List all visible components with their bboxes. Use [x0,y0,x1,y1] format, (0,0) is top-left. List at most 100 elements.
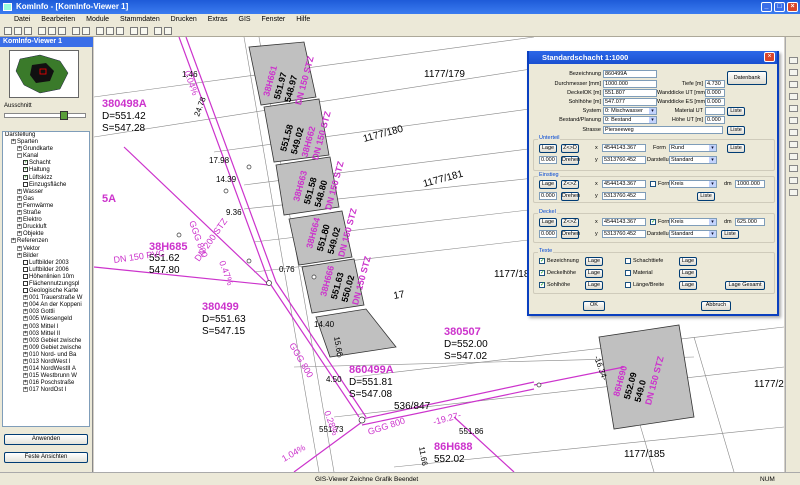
texte-sohlhoehe-checkbox[interactable]: ✓ [539,282,545,288]
expand-icon[interactable]: + [17,210,22,216]
tree-item[interactable]: Luftbilder 2003 [3,259,89,267]
tree-item[interactable]: + Wasser [3,188,89,196]
tool-line-icon[interactable] [789,69,798,76]
ok-button[interactable]: OK [583,301,605,311]
menu-stammdaten[interactable]: Stammdaten [120,16,160,23]
tree-item[interactable]: + Vektor [3,245,89,253]
save-icon[interactable] [24,27,32,35]
expand-icon[interactable]: + [23,387,28,393]
expand-icon[interactable]: + [17,146,22,152]
deckel-x-field[interactable]: 4544143.367 [602,218,646,226]
field-wanddicke-ut[interactable]: 0.000 [705,89,725,97]
tree-item[interactable]: + Grundkarte [3,146,89,153]
tree-item[interactable]: ✓Haltung [3,167,89,174]
tool-rotate-icon[interactable] [789,165,798,172]
expand-icon[interactable]: + [11,238,16,244]
zoom-in-icon[interactable] [96,27,104,35]
tree-item[interactable]: + Bilder [3,252,89,260]
apply-button[interactable]: Anwenden [4,434,88,445]
texte-deckelhoehe-checkbox[interactable]: ✓ [539,270,545,276]
expand-icon[interactable]: + [23,351,28,357]
tree-item[interactable]: ✓Schacht [3,160,89,167]
layer-icon[interactable] [154,27,162,35]
tree-item[interactable]: + Druckluft [3,224,89,231]
expand-icon[interactable]: − [17,153,22,159]
tree-item[interactable]: + Straße [3,210,89,217]
tree-item[interactable]: +017 NordOst I [3,387,89,394]
tree-item[interactable]: +003 Gottli [3,309,89,316]
texte-material-checkbox[interactable] [625,270,631,276]
einstieg-lage-button[interactable]: Lage [539,180,557,189]
field-sohlhoehe[interactable]: 547.077 [603,98,657,106]
help-icon[interactable] [164,27,172,35]
tool-text-icon[interactable] [789,117,798,124]
select-system[interactable]: 0: Mischwasser ▾ [603,107,657,115]
close-button[interactable]: × [787,2,798,12]
expand-icon[interactable]: + [23,316,28,322]
expand-icon[interactable]: + [17,202,22,208]
datenbank-button[interactable]: Datenbank [727,71,767,85]
expand-icon[interactable]: + [23,380,28,386]
expand-icon[interactable]: + [23,302,28,308]
field-tiefe[interactable]: 4.730 [705,80,725,88]
expand-icon[interactable]: + [17,231,22,237]
tree-item[interactable]: +003 Gebiet zwische [3,337,89,345]
menu-drucken[interactable]: Drucken [171,16,197,23]
field-deckelok[interactable]: 551.807 [603,89,657,97]
unterteil-x-field[interactable]: 4544143.367 [602,144,646,152]
layer-checkbox[interactable] [23,273,28,279]
texte-material-lage-button[interactable]: Lage [679,269,697,278]
menu-bearbeiten[interactable]: Bearbeiten [41,16,75,23]
menu-module[interactable]: Module [86,16,109,23]
expand-icon[interactable]: + [23,295,28,301]
field-material-ut[interactable] [705,107,725,115]
tree-item[interactable]: Luftbilder 2006 [3,266,89,274]
deckel-darstellung-select[interactable]: Standard ▾ [669,230,717,238]
strasse-liste-button[interactable]: Liste [727,126,745,135]
einstieg-y-field[interactable]: 5313760.452 [602,192,646,200]
info-icon[interactable] [140,27,148,35]
expand-icon[interactable]: + [23,330,28,336]
new-icon[interactable] [4,27,12,35]
tool-delete-icon[interactable] [789,177,798,184]
tree-item[interactable]: +003 Mittel I [3,323,89,331]
tool-move-icon[interactable] [789,153,798,160]
einstieg-x-field[interactable]: 4544143.367 [602,180,646,188]
texte-laenge-lage-button[interactable]: Lage [679,281,697,290]
unterteil-drehen-button[interactable]: Drehen [561,156,580,165]
open-icon[interactable] [14,27,22,35]
layer-checkbox[interactable] [23,259,28,265]
minimize-button[interactable]: _ [761,2,772,12]
field-durchmesser[interactable]: 1000.000 [603,80,657,88]
expand-icon[interactable]: + [23,337,28,343]
deckel-angle-field[interactable]: 0.000 [539,230,557,238]
cut-icon[interactable] [38,27,46,35]
tree-item[interactable]: +009 Gebiet zwische [3,344,89,352]
expand-icon[interactable]: + [17,217,22,223]
dialog-close-button[interactable]: × [764,52,775,62]
tool-pointer-icon[interactable] [789,57,798,64]
layer-checkbox[interactable]: ✓ [23,167,28,173]
expand-icon[interactable]: + [17,224,22,230]
layer-checkbox[interactable]: ✓ [23,174,28,180]
select-icon[interactable] [130,27,138,35]
lage-gesamt-button[interactable]: Lage Gesamt [725,281,765,290]
texte-deckelhoehe-lage-button[interactable]: Lage [585,269,603,278]
texte-bezeichnung-lage-button[interactable]: Lage [585,257,603,266]
unterteil-lage-button[interactable]: Lage [539,144,557,153]
tree-item[interactable]: Darstellung [3,132,89,139]
tree-item[interactable]: +003 Mittel II [3,330,89,338]
expand-icon[interactable]: + [23,309,28,315]
tree-item[interactable]: Höhenlinien 10m [3,273,89,281]
deckel-form-checkbox[interactable]: ✓ [650,219,656,225]
tree-item[interactable]: Einzugsfläche [3,181,89,189]
texte-laenge-checkbox[interactable] [625,282,631,288]
expand-icon[interactable]: + [23,366,28,372]
tree-item[interactable]: ✓Lüftskizz [3,174,89,182]
texte-schachttiefe-checkbox[interactable] [625,258,631,264]
unterteil-zoom-button[interactable]: Z<>D [561,144,579,153]
texte-sohlhoehe-lage-button[interactable]: Lage [585,281,603,290]
layer-checkbox[interactable] [23,288,28,294]
menu-hilfe[interactable]: Hilfe [296,16,310,23]
menu-extras[interactable]: Extras [208,16,228,23]
